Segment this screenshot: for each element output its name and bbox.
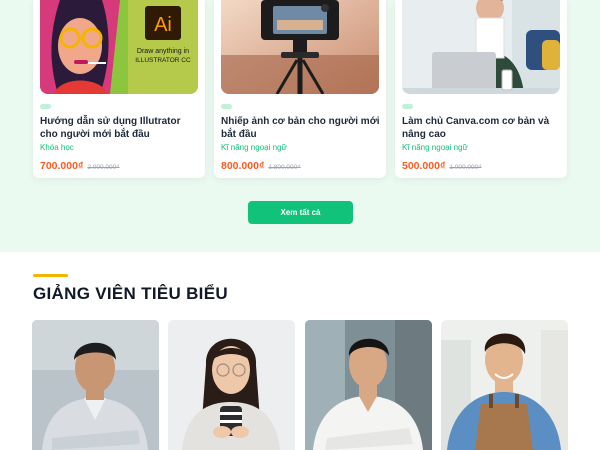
course-thumbnail[interactable]: Ai Draw anything in ILLUSTRATOR CC	[40, 0, 198, 94]
course-price: 800.000₫	[221, 160, 265, 172]
course-price: 700.000₫	[40, 160, 84, 172]
course-thumbnail[interactable]	[221, 0, 379, 94]
section-accent-bar	[33, 274, 68, 277]
svg-text:ILLUSTRATOR CC: ILLUSTRATOR CC	[135, 57, 191, 64]
instructor-photo[interactable]	[168, 320, 295, 450]
course-old-price: 1.000.000₫	[449, 164, 482, 171]
course-title[interactable]: Làm chủ Canva.com cơ bản và nâng cao	[402, 115, 562, 141]
course-old-price: 2.000.000₫	[87, 164, 120, 171]
instructor-photo[interactable]	[305, 320, 432, 450]
tag-pill	[40, 104, 51, 109]
see-all-button[interactable]: Xem tất cả	[248, 201, 353, 224]
course-old-price: 1.800.000₫	[268, 164, 301, 171]
price-row: 800.000₫ 1.800.000₫	[221, 156, 301, 174]
course-title[interactable]: Nhiếp ảnh cơ bản cho người mới bắt đầu	[221, 115, 381, 141]
tag-pill	[402, 104, 413, 109]
svg-text:Draw anything in: Draw anything in	[137, 48, 189, 55]
instructor-photo[interactable]	[441, 320, 568, 450]
course-category: Kĩ năng ngoại ngữ	[221, 143, 287, 152]
instructor-photo[interactable]	[32, 320, 159, 450]
course-thumbnail[interactable]	[402, 0, 560, 94]
section-title: GIẢNG VIÊN TIÊU BIỂU	[33, 284, 228, 303]
course-price: 500.000₫	[402, 160, 446, 172]
course-card[interactable]: Ai Draw anything in ILLUSTRATOR CC Hướng…	[33, 0, 205, 178]
course-title[interactable]: Hướng dẫn sử dụng Illutrator cho người m…	[40, 115, 200, 141]
course-category: Kĩ năng ngoại ngữ	[402, 143, 468, 152]
svg-text:Ai: Ai	[154, 14, 172, 36]
price-row: 700.000₫ 2.000.000₫	[40, 156, 120, 174]
course-card[interactable]: Làm chủ Canva.com cơ bản và nâng cao Kĩ …	[395, 0, 567, 178]
price-row: 500.000₫ 1.000.000₫	[402, 156, 482, 174]
course-category: Khóa học	[40, 143, 74, 152]
course-card[interactable]: Nhiếp ảnh cơ bản cho người mới bắt đầu K…	[214, 0, 386, 178]
tag-pill	[221, 104, 232, 109]
